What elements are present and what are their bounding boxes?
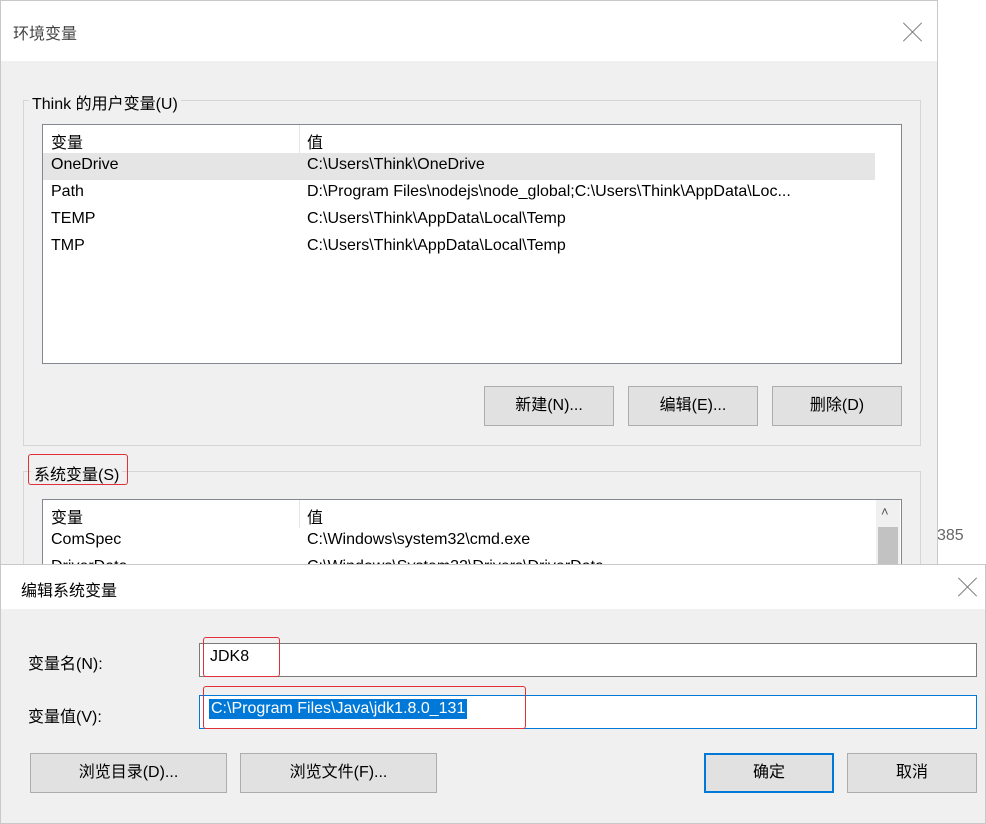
browse-directory-button[interactable]: 浏览目录(D)... [30, 753, 227, 793]
table-row[interactable]: OneDrive C:\Users\Think\OneDrive [43, 153, 875, 180]
variable-name-input[interactable]: JDK8 [199, 643, 977, 677]
column-header-name[interactable]: 变量 [51, 504, 83, 528]
table-row[interactable]: TMP C:\Users\Think\AppData\Local\Temp [43, 234, 901, 261]
highlight-box [203, 686, 526, 729]
edit-title-bar: 编辑系统变量 [1, 565, 985, 609]
highlight-box [28, 454, 128, 485]
env-dialog-title: 环境变量 [13, 26, 78, 43]
edit-system-variable-dialog: 编辑系统变量 变量名(N): JDK8 变量值(V): C:\Program F… [0, 564, 986, 824]
table-row[interactable]: TEMP C:\Users\Think\AppData\Local\Temp [43, 207, 901, 234]
ok-button[interactable]: 确定 [704, 753, 834, 793]
close-icon[interactable] [957, 576, 979, 598]
new-user-variable-button[interactable]: 新建(N)... [484, 386, 614, 426]
env-variables-dialog: 环境变量 Think 的用户变量(U) 变量 值 OneDrive C:\Use… [0, 0, 938, 581]
user-variables-list[interactable]: 变量 值 OneDrive C:\Users\Think\OneDrive Pa… [42, 124, 902, 364]
variable-value-label: 变量值(V): [28, 709, 102, 726]
row-name: Path [51, 183, 84, 200]
row-value: D:\Program Files\nodejs\node_global;C:\U… [307, 183, 791, 200]
delete-user-variable-button[interactable]: 删除(D) [772, 386, 902, 426]
row-value: C:\Users\Think\OneDrive [307, 156, 485, 173]
row-value: C:\Users\Think\AppData\Local\Temp [307, 237, 566, 254]
browse-file-button[interactable]: 浏览文件(F)... [240, 753, 437, 793]
row-name: TMP [51, 237, 85, 254]
column-divider[interactable] [299, 500, 300, 528]
env-title-bar: 环境变量 [1, 1, 937, 61]
variable-name-label: 变量名(N): [28, 656, 103, 673]
column-divider[interactable] [299, 125, 300, 153]
row-name: TEMP [51, 210, 96, 227]
edit-dialog-title: 编辑系统变量 [21, 583, 118, 600]
scrollbar-thumb[interactable] [878, 527, 898, 567]
column-header-value[interactable]: 值 [307, 504, 323, 528]
column-header-name[interactable]: 变量 [51, 129, 83, 153]
highlight-box [203, 637, 280, 677]
row-value: C:\Users\Think\AppData\Local\Temp [307, 210, 566, 227]
close-icon[interactable] [902, 21, 924, 43]
list-header: 变量 值 [43, 500, 901, 528]
edit-user-variable-button[interactable]: 编辑(E)... [628, 386, 758, 426]
list-header: 变量 值 [43, 125, 901, 153]
chevron-up-icon[interactable]: ˄ [881, 504, 889, 519]
cancel-button[interactable]: 取消 [847, 753, 977, 793]
background-text: 385 [937, 527, 964, 544]
row-name: ComSpec [51, 531, 122, 548]
row-value: C:\Windows\system32\cmd.exe [307, 531, 531, 548]
table-row[interactable]: ComSpec C:\Windows\system32\cmd.exe [43, 528, 901, 555]
table-row[interactable]: Path D:\Program Files\nodejs\node_global… [43, 180, 901, 207]
row-name: OneDrive [51, 156, 119, 173]
user-variables-label: Think 的用户变量(U) [29, 90, 181, 114]
column-header-value[interactable]: 值 [307, 129, 323, 153]
